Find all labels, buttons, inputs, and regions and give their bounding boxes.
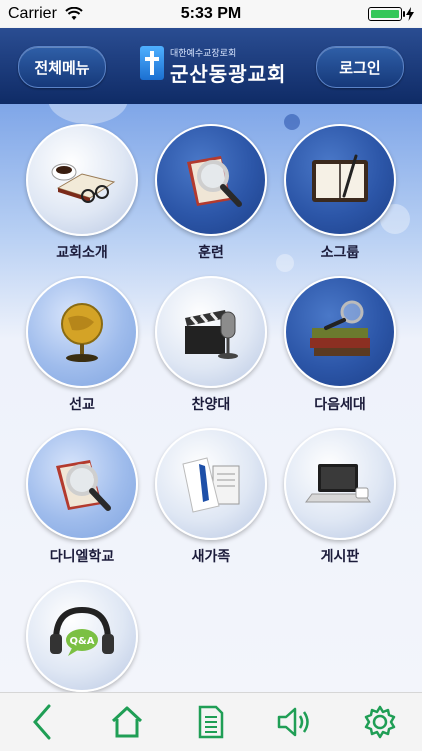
home-button[interactable] xyxy=(107,702,147,742)
menu-item-small-group[interactable]: 소그룹 xyxy=(280,124,400,262)
main-menu-area: 교회소개 훈련 소그룹 선교 찬양대 다음세대 다니엘학교 새가족 게시판 Q&… xyxy=(0,104,422,692)
document-icon xyxy=(198,705,224,739)
menu-item-daniel-school[interactable]: 다니엘학교 xyxy=(22,428,142,566)
menu-item-next-generation[interactable]: 다음세대 xyxy=(280,276,400,414)
menu-item-church-intro[interactable]: 교회소개 xyxy=(22,124,142,262)
menu-item-choir[interactable]: 찬양대 xyxy=(151,276,271,414)
home-icon xyxy=(111,706,142,738)
menu-item-qa[interactable]: Q&A xyxy=(22,580,142,692)
menu-item-new-family[interactable]: 새가족 xyxy=(151,428,271,566)
church-logo: 대한예수교장로회 군산동광교회 xyxy=(140,42,290,92)
laptop-cup-icon xyxy=(305,464,371,503)
globe-icon xyxy=(61,303,103,362)
cross-icon xyxy=(140,46,164,80)
menu-label: 새가족 xyxy=(191,548,231,564)
menu-label: 교회소개 xyxy=(56,244,108,260)
menu-label: 게시판 xyxy=(320,548,360,564)
status-time: 5:33 PM xyxy=(180,5,242,22)
menu-label: 다니엘학교 xyxy=(49,548,115,564)
settings-button[interactable] xyxy=(360,702,400,742)
document-button[interactable] xyxy=(191,702,231,742)
menu-item-board[interactable]: 게시판 xyxy=(280,428,400,566)
menu-label: 선교 xyxy=(69,396,95,412)
menu-grid: 교회소개 훈련 소그룹 선교 찬양대 다음세대 다니엘학교 새가족 게시판 Q&… xyxy=(0,104,422,692)
full-menu-button[interactable]: 전체메뉴 xyxy=(18,46,106,88)
sound-button[interactable] xyxy=(275,702,315,742)
menu-label: 찬양대 xyxy=(191,396,231,412)
back-button[interactable] xyxy=(22,702,62,742)
notebook-pen-icon xyxy=(312,154,368,202)
coffee-book-glasses-icon xyxy=(51,163,116,203)
menu-item-training[interactable]: 훈련 xyxy=(151,124,271,262)
login-button[interactable]: 로그인 xyxy=(316,46,404,88)
speaker-icon xyxy=(278,707,310,737)
book-magnifier-icon xyxy=(56,460,111,511)
books-magnifier-icon xyxy=(310,300,370,356)
menu-label: 다음세대 xyxy=(314,396,366,412)
shirt-tie-newspaper-icon xyxy=(182,457,240,513)
qa-headset-icon: Q&A xyxy=(50,606,114,656)
magnifier-book-icon xyxy=(187,156,242,207)
menu-label: 훈련 xyxy=(198,244,224,260)
settings-icon xyxy=(364,705,395,739)
clapper-microphone-icon xyxy=(185,310,238,359)
back-icon xyxy=(33,704,51,740)
bottom-toolbar xyxy=(0,692,422,751)
status-bar: Carrier 5:33 PM xyxy=(0,0,422,28)
svg-text:Q&A: Q&A xyxy=(70,636,95,647)
logo-name: 군산동광교회 xyxy=(170,64,287,86)
menu-item-mission[interactable]: 선교 xyxy=(22,276,142,414)
battery-icon xyxy=(368,7,405,21)
menu-label: 소그룹 xyxy=(320,244,360,260)
app-header: 전체메뉴 대한예수교장로회 군산동광교회 로그인 xyxy=(0,28,422,104)
